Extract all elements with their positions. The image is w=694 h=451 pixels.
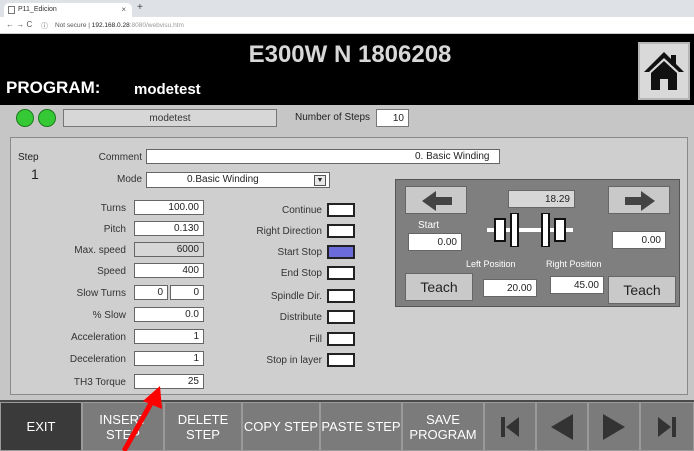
mode-select[interactable]: 0.Basic Winding ▼ — [146, 172, 330, 188]
pct-slow-input[interactable]: 0.0 — [134, 307, 204, 322]
start-input[interactable]: 0.00 — [408, 233, 462, 251]
next-icon — [603, 413, 625, 440]
comment-label: Comment — [98, 152, 142, 163]
program-bar: PROGRAM: modetest — [0, 74, 638, 104]
right-direction-checkbox[interactable] — [327, 224, 355, 238]
close-tab-icon[interactable]: × — [121, 5, 126, 14]
param-label: Acceleration — [70, 332, 126, 343]
deceleration-input[interactable]: 1 — [134, 351, 204, 366]
end-input[interactable]: 0.00 — [612, 231, 666, 249]
speed-input[interactable]: 400 — [134, 263, 204, 278]
bobbin-icon — [487, 212, 573, 250]
mode-value: 0.Basic Winding — [187, 174, 259, 185]
status-led-1 — [16, 109, 34, 127]
comment-input[interactable]: 0. Basic Winding — [146, 149, 500, 164]
right-position-input[interactable]: 45.00 — [550, 276, 604, 294]
left-position-label: Left Position — [466, 259, 516, 269]
option-label: Stop in layer — [266, 355, 322, 366]
info-icon: ⓘ — [41, 23, 48, 30]
next-step-button[interactable] — [588, 402, 640, 451]
machine-title: E300W N 1806208 — [248, 41, 452, 68]
right-position-label: Right Position — [546, 259, 602, 269]
arrow-left-icon — [422, 191, 452, 211]
url-host: 192.168.0.28 — [91, 22, 130, 29]
first-step-button[interactable] — [484, 402, 536, 451]
slow-turns-input-a[interactable]: 0 — [134, 285, 168, 300]
param-label: Turns — [100, 203, 126, 214]
mode-label: Mode — [116, 174, 142, 185]
move-left-button[interactable] — [405, 186, 467, 214]
paste-step-button[interactable]: PASTE STEP — [320, 402, 402, 451]
option-label: Start Stop — [277, 247, 322, 258]
slow-turns-input-b[interactable]: 0 — [170, 285, 204, 300]
program-name: modetest — [134, 81, 201, 98]
left-position-input[interactable]: 20.00 — [483, 279, 537, 297]
status-led-2 — [38, 109, 56, 127]
security-label: Not secure — [55, 22, 87, 29]
current-position-field: 18.29 — [508, 190, 575, 208]
nav-buttons[interactable]: ← → C — [6, 20, 32, 29]
option-label: End Stop — [280, 268, 322, 279]
param-label: Max. speed — [74, 245, 126, 256]
program-label: PROGRAM: — [6, 78, 101, 97]
start-label: Start — [418, 220, 440, 231]
home-button[interactable] — [638, 42, 690, 100]
delete-step-button[interactable]: DELETE STEP — [164, 402, 242, 451]
exit-button[interactable]: EXIT — [0, 402, 82, 451]
turns-input[interactable]: 100.00 — [134, 200, 204, 215]
steps-label: Number of Steps — [295, 112, 371, 123]
steps-input[interactable]: 10 — [376, 109, 409, 127]
param-label: Slow Turns — [76, 288, 126, 299]
annotation-arrow-icon — [121, 386, 162, 451]
program-name-field[interactable]: modetest — [63, 109, 277, 127]
home-icon — [644, 52, 684, 90]
option-label: Fill — [309, 334, 322, 345]
last-step-button[interactable] — [640, 402, 694, 451]
arrow-right-icon — [625, 191, 655, 211]
copy-step-button[interactable]: COPY STEP — [242, 402, 320, 451]
step-number: 1 — [31, 166, 39, 182]
option-label: Right Direction — [256, 226, 322, 237]
step-label: Step — [18, 152, 39, 163]
end-stop-checkbox[interactable] — [327, 266, 355, 280]
browser-tab[interactable]: P11_Edicion × — [4, 3, 132, 17]
distribute-checkbox[interactable] — [327, 310, 355, 324]
option-label: Distribute — [279, 312, 322, 323]
save-program-button[interactable]: SAVE PROGRAM — [402, 402, 484, 451]
skip-last-icon — [658, 416, 676, 437]
spindle-dir-checkbox[interactable] — [327, 289, 355, 303]
move-right-button[interactable] — [608, 186, 670, 214]
page-icon — [8, 6, 15, 14]
max-speed-field: 6000 — [134, 242, 204, 257]
pitch-input[interactable]: 0.130 — [134, 221, 204, 236]
option-label: Spindle Dir. — [270, 291, 322, 302]
address-bar: ← → C ⓘ Not secure | 192.168.0.28:8080/w… — [0, 17, 694, 34]
continue-checkbox[interactable] — [327, 203, 355, 217]
previous-step-button[interactable] — [536, 402, 588, 451]
url-field[interactable]: Not secure | 192.168.0.28:8080/webvisu.h… — [55, 22, 355, 29]
param-label: Pitch — [103, 224, 126, 235]
skip-first-icon — [501, 416, 519, 437]
option-label: Continue — [281, 205, 322, 216]
fill-checkbox[interactable] — [327, 332, 355, 346]
previous-icon — [551, 413, 573, 440]
tab-title: P11_Edicion — [18, 6, 57, 13]
url-rest: :8080/webvisu.htm — [129, 22, 184, 29]
param-label: % Slow — [92, 310, 126, 321]
start-stop-checkbox[interactable] — [327, 245, 355, 259]
teach-right-button[interactable]: Teach — [608, 276, 676, 304]
param-label: Speed — [97, 266, 126, 277]
stop-in-layer-checkbox[interactable] — [327, 353, 355, 367]
new-tab-button[interactable]: + — [137, 2, 143, 13]
dropdown-arrow-icon[interactable]: ▼ — [314, 175, 326, 186]
teach-left-button[interactable]: Teach — [405, 273, 473, 301]
param-label: Deceleration — [69, 354, 126, 365]
acceleration-input[interactable]: 1 — [134, 329, 204, 344]
